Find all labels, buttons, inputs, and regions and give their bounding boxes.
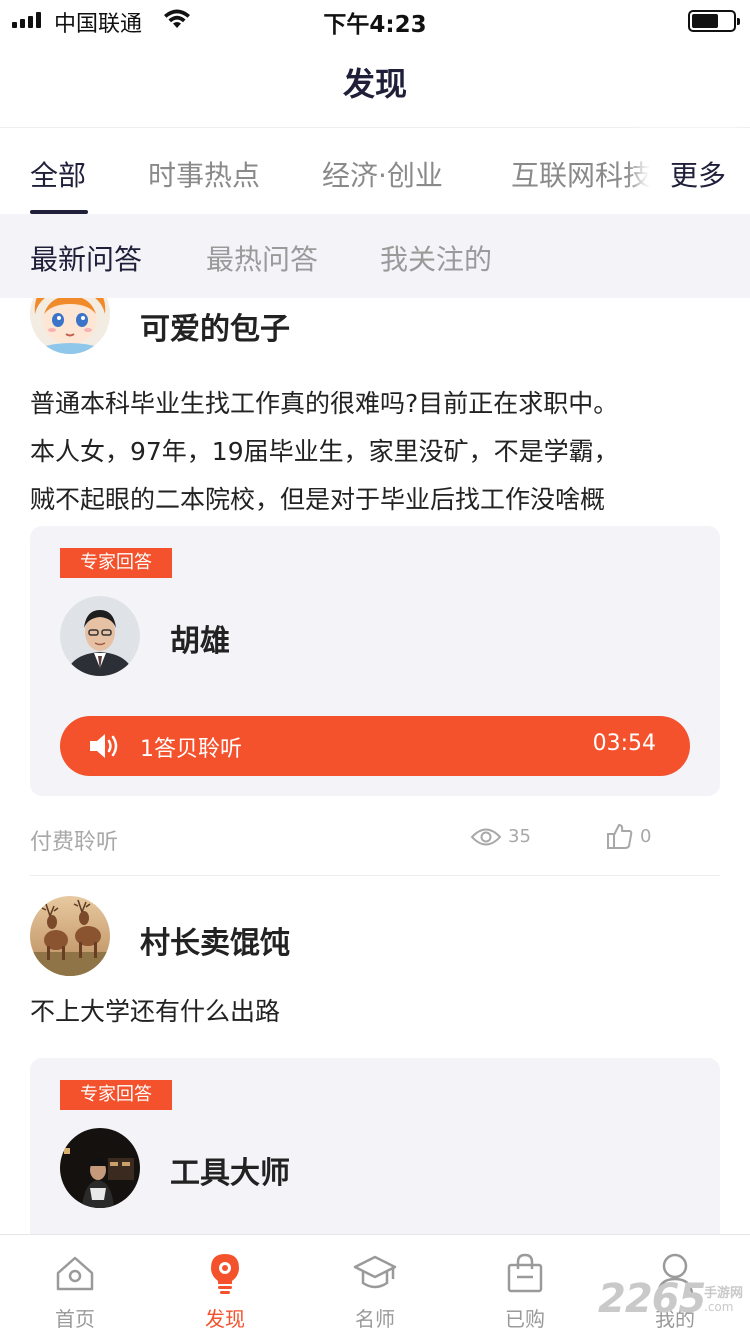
clock: 下午4:23	[323, 12, 427, 38]
lightbulb-icon	[211, 1254, 239, 1294]
tab-purchased-label: 已购	[505, 1307, 545, 1331]
listen-label: 1答贝聆听	[140, 737, 242, 762]
more-categories-button[interactable]: 更多	[650, 130, 750, 214]
expert-name[interactable]: 胡雄	[170, 616, 230, 660]
tab-home[interactable]: 首页	[0, 1235, 150, 1334]
watermark-number: 2265	[598, 1276, 706, 1322]
tab-current-affairs[interactable]: 时事热点	[148, 154, 260, 194]
question-line: 贼不起眼的二本院校，但是对于毕业后找工作没啥概	[30, 485, 606, 514]
expert-answer-badge: 专家回答	[60, 548, 172, 578]
tab-economy-startup[interactable]: 经济·创业	[322, 154, 443, 194]
status-bar: 中国联通 下午4:23	[0, 0, 750, 40]
site-watermark: 2265 手游网 .com	[598, 1276, 750, 1330]
tab-discover[interactable]: 发现	[150, 1235, 300, 1334]
avatar[interactable]	[30, 896, 110, 976]
expert-name[interactable]: 工具大师	[170, 1148, 290, 1192]
more-categories-label: 更多	[670, 159, 727, 192]
paid-listen-label: 付费聆听	[30, 830, 119, 855]
expert-answer-badge: 专家回答	[60, 1080, 172, 1110]
battery-icon	[688, 10, 740, 32]
tab-purchased[interactable]: 已购	[450, 1235, 600, 1334]
listen-audio-button[interactable]: 1答贝聆听 03:54	[60, 716, 690, 776]
tab-latest-qa[interactable]: 最新问答	[30, 238, 142, 278]
tab-following[interactable]: 我关注的	[380, 238, 492, 278]
tab-hottest-qa[interactable]: 最热问答	[206, 238, 318, 278]
watermark-domain: .com	[704, 1300, 734, 1314]
tab-teachers-label: 名师	[355, 1307, 395, 1331]
tab-internet-tech[interactable]: 互联网科技	[511, 154, 651, 194]
user-name[interactable]: 村长卖馄饨	[140, 918, 290, 962]
question-text[interactable]: 不上大学还有什么出路	[30, 988, 720, 1036]
watermark-text: 手游网	[704, 1286, 744, 1301]
tab-all[interactable]: 全部	[30, 154, 86, 194]
question-line: 本人女，97年，19届毕业生，家里没矿，不是学霸，	[30, 437, 619, 466]
expert-avatar[interactable]	[60, 596, 140, 676]
expert-answer-card[interactable]: 专家回答 胡雄 1答贝聆听 03:54	[30, 526, 720, 796]
graduation-cap-icon	[353, 1255, 397, 1289]
sub-tabs: 最新问答 最热问答 我关注的	[0, 214, 750, 298]
eye-icon	[470, 828, 502, 846]
tab-discover-label: 发现	[205, 1307, 245, 1331]
post-footer: 付费聆听 35 0	[30, 796, 720, 876]
speaker-icon	[90, 734, 118, 758]
question-line: 不上大学还有什么出路	[30, 997, 281, 1026]
question-line: 普通本科毕业生找工作真的很难吗?目前正在求职中。	[30, 389, 619, 418]
shopping-bag-icon	[507, 1253, 543, 1293]
like-count: 0	[640, 826, 652, 847]
category-tabs: 全部 时事热点 经济·创业 互联网科技 更多	[0, 130, 750, 214]
user-name[interactable]: 可爱的包子	[140, 304, 290, 348]
tab-teachers[interactable]: 名师	[300, 1235, 450, 1334]
audio-duration: 03:54	[592, 731, 656, 756]
home-icon	[56, 1256, 94, 1291]
thumbs-up-icon[interactable]	[606, 822, 634, 850]
question-text[interactable]: 普通本科毕业生找工作真的很难吗?目前正在求职中。 本人女，97年，19届毕业生，…	[30, 380, 720, 524]
tab-home-label: 首页	[55, 1307, 95, 1331]
avatar[interactable]	[30, 298, 110, 354]
qa-feed[interactable]: 可爱的包子 普通本科毕业生找工作真的很难吗?目前正在求职中。 本人女，97年，1…	[0, 298, 750, 1234]
view-count: 35	[508, 826, 531, 847]
expert-answer-card[interactable]: 专家回答 工具大师	[30, 1058, 720, 1234]
page-title: 发现	[0, 44, 750, 128]
expert-avatar[interactable]	[60, 1128, 140, 1208]
